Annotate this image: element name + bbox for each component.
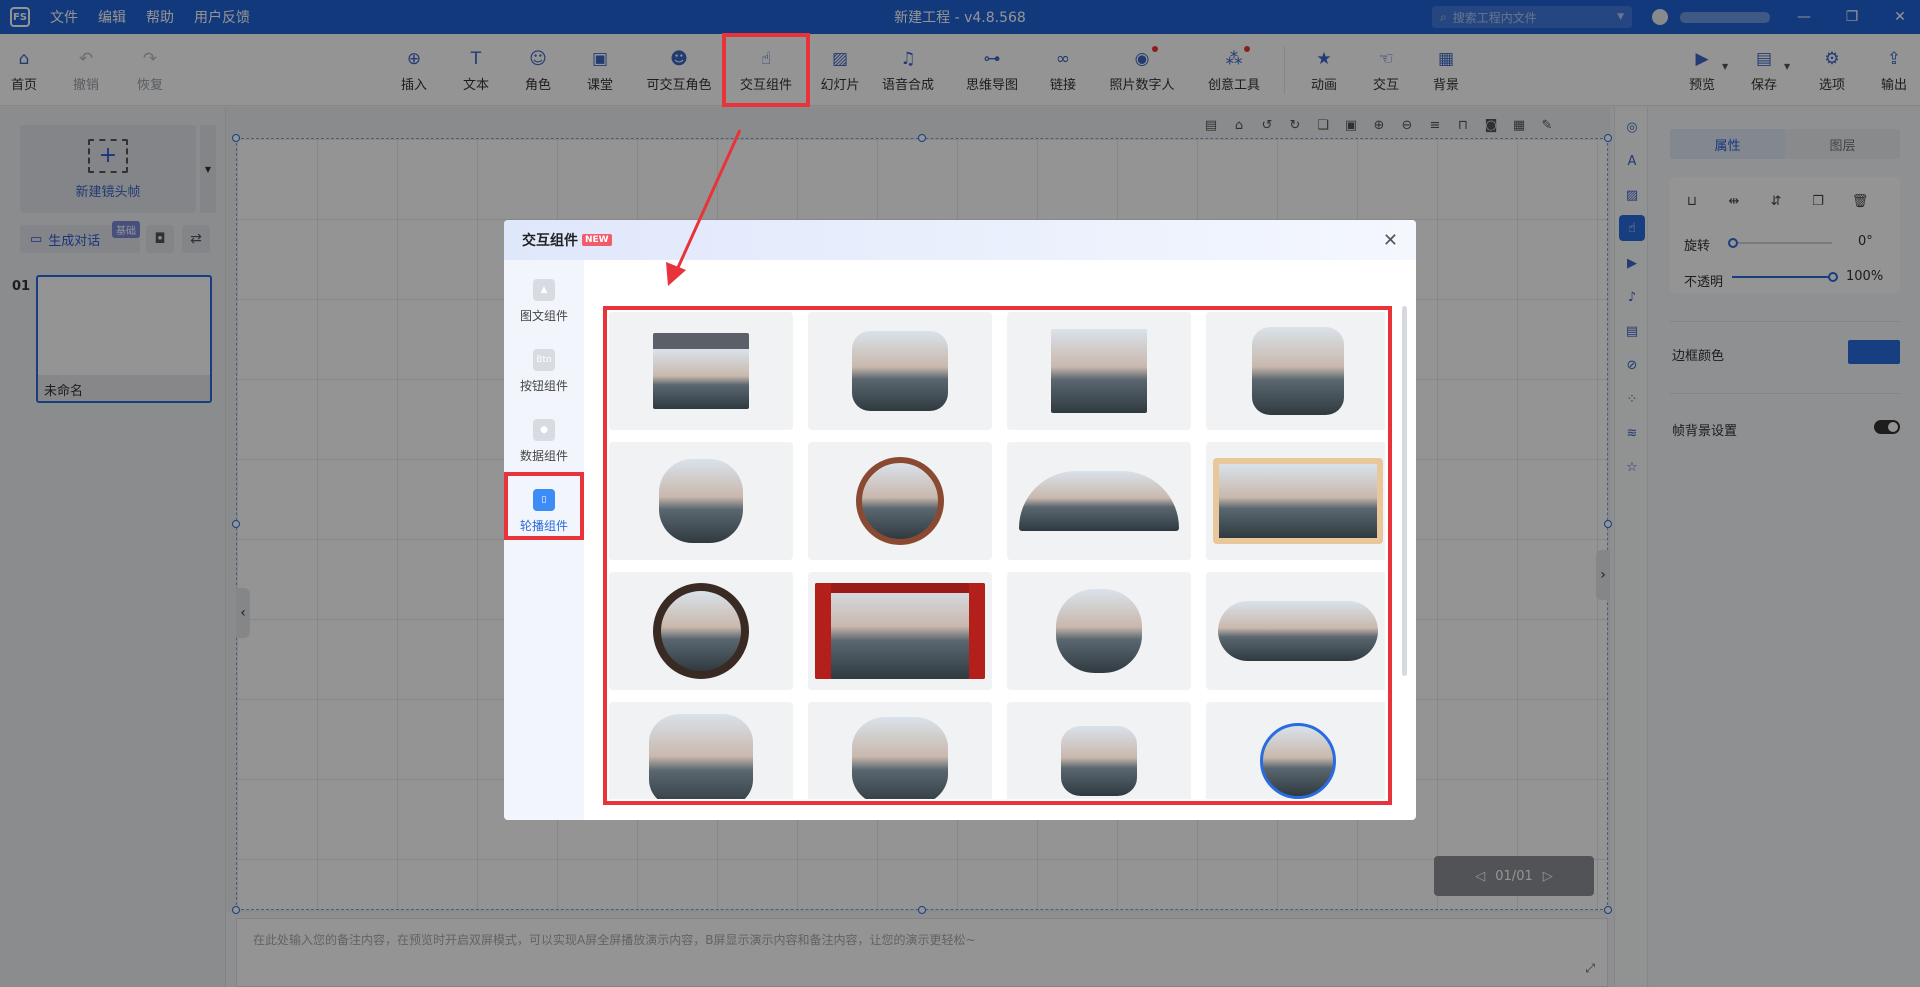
close-icon[interactable]: ✕ xyxy=(1383,230,1398,251)
category-label: 数据组件 xyxy=(519,448,568,463)
category-label: 图文组件 xyxy=(519,308,568,323)
new-badge: NEW xyxy=(582,234,612,246)
category-data[interactable]: ● 数据组件 xyxy=(504,408,584,474)
image-text-component-icon: ▲ xyxy=(533,278,555,301)
category-image-text[interactable]: ▲ 图文组件 xyxy=(504,268,584,334)
category-highlight-box xyxy=(504,472,584,540)
button-component-icon: Btn xyxy=(533,348,555,371)
data-component-icon: ● xyxy=(533,418,555,441)
dialog-title: 交互组件 xyxy=(522,233,578,249)
category-button[interactable]: Btn 按钮组件 xyxy=(504,338,584,404)
grid-highlight-box xyxy=(603,306,1392,805)
component-category-nav: ▲ 图文组件 Btn 按钮组件 ● 数据组件 ▯ 轮播组件 xyxy=(504,260,584,820)
grid-scrollbar[interactable] xyxy=(1402,306,1407,676)
category-label: 按钮组件 xyxy=(519,378,568,393)
toolbar-highlight-box xyxy=(722,33,810,107)
dialog-header: 交互组件 NEW ✕ xyxy=(504,220,1416,260)
